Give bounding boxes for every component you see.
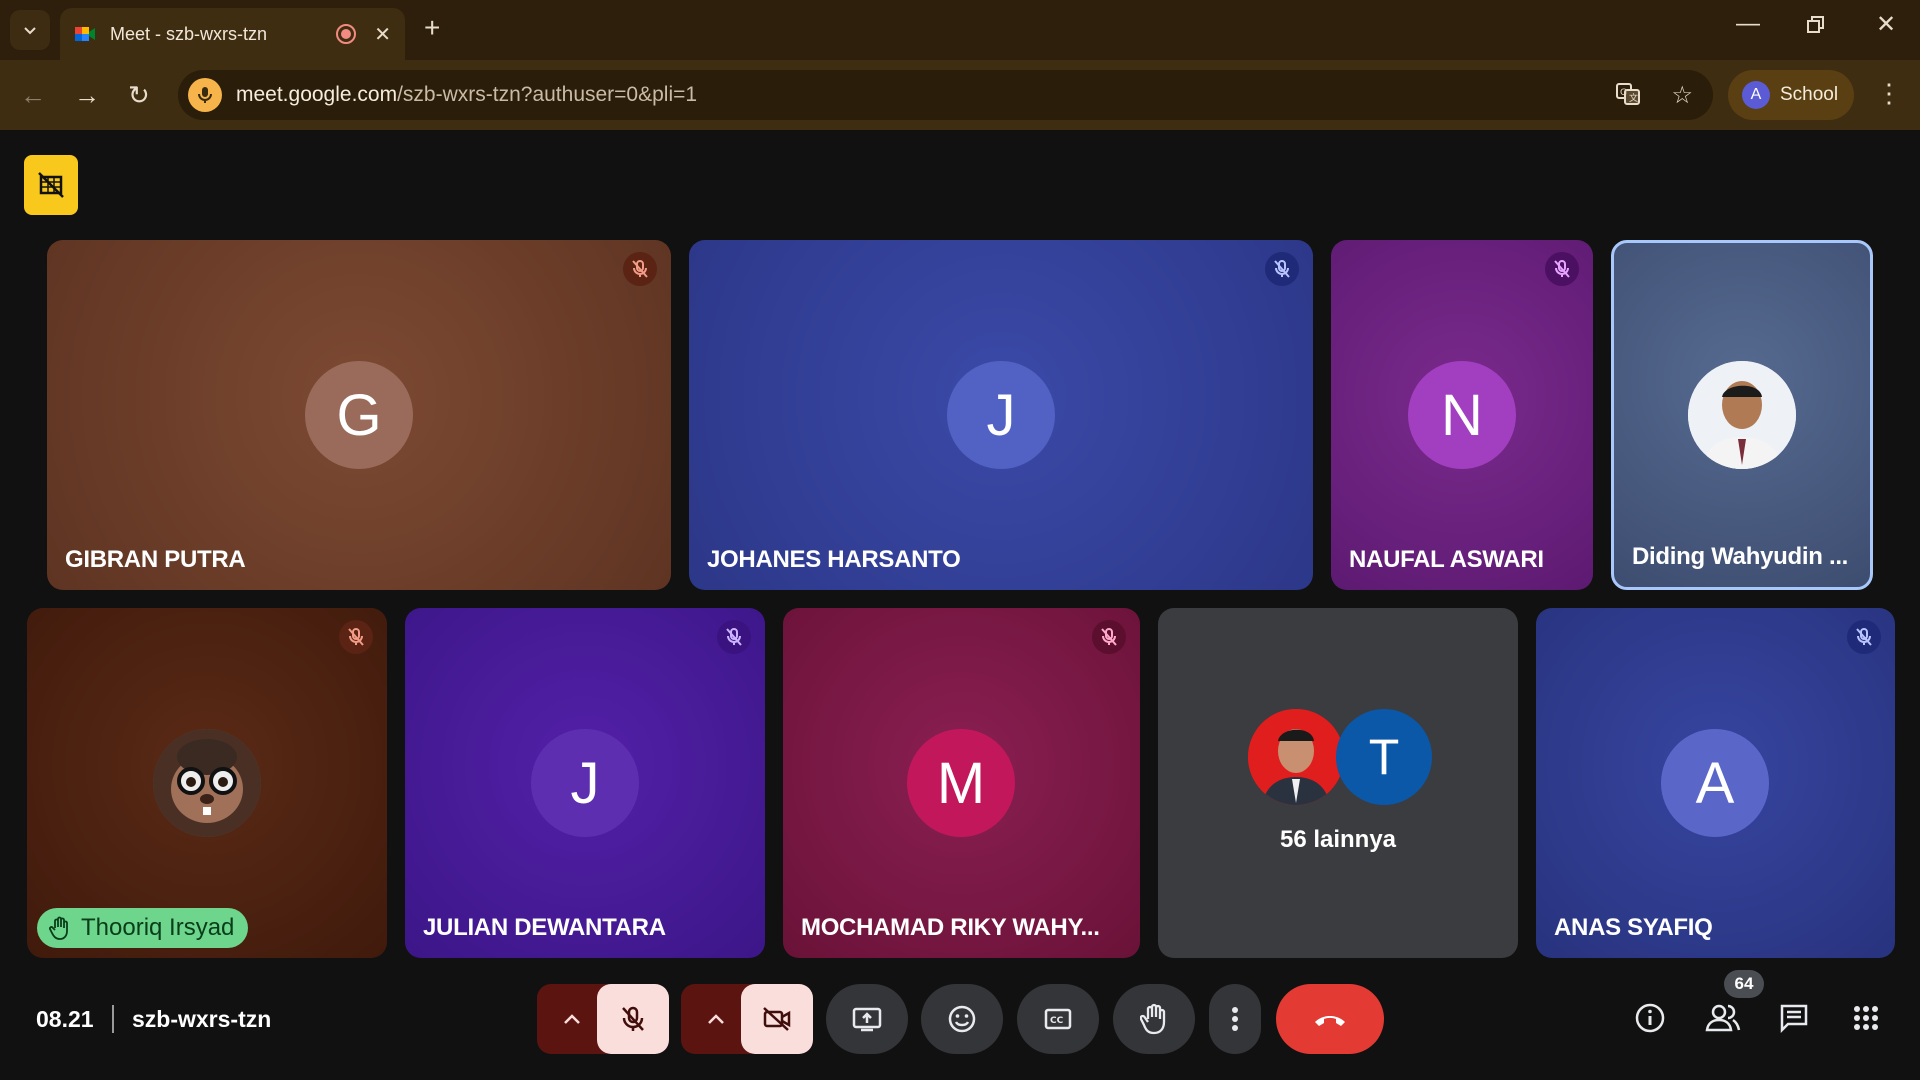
chevron-up-icon [564, 1014, 580, 1024]
browser-tab[interactable]: Meet - szb-wxrs-tzn ✕ [60, 8, 405, 60]
restore-window-button[interactable] [1806, 14, 1826, 42]
participant-avatar: M [907, 729, 1015, 837]
mic-muted-icon [1545, 252, 1579, 286]
leave-call-button[interactable] [1276, 984, 1384, 1054]
no-video-grid-icon [38, 172, 64, 198]
participant-avatar: G [305, 361, 413, 469]
raised-hand-badge: Thooriq Irsyad [37, 908, 249, 948]
bookmark-star-icon[interactable]: ☆ [1671, 81, 1693, 114]
participant-photo-avatar [153, 729, 261, 837]
participant-count-badge: 64 [1724, 970, 1764, 998]
mic-muted-icon [339, 620, 373, 654]
meet-logo-icon [74, 23, 96, 45]
participant-tile[interactable]: Thooriq Irsyad [27, 608, 387, 958]
participant-name: MOCHAMAD RIKY WAHY... [801, 914, 1100, 941]
participant-name: Diding Wahyudin ... [1632, 543, 1849, 570]
participant-avatar: J [531, 729, 639, 837]
more-participants-label: 56 lainnya [1279, 826, 1397, 853]
chevron-up-icon [708, 1014, 724, 1024]
people-icon[interactable] [1703, 998, 1743, 1038]
others-tile[interactable]: T 56 lainnya [1158, 608, 1518, 958]
end-call-icon [1315, 1016, 1345, 1026]
svg-text:文: 文 [1629, 92, 1638, 104]
mic-off-icon [622, 1006, 644, 1031]
url-path: /szb-wxrs-tzn?authuser=0&pli=1 [397, 83, 698, 106]
camera-toggle-button[interactable] [741, 984, 813, 1054]
reload-button[interactable]: ↻ [128, 80, 150, 111]
svg-text:CC: CC [1050, 1016, 1064, 1026]
url-text: meet.google.com/szb-wxrs-tzn?authuser=0&… [236, 83, 697, 107]
participant-tile[interactable]: J JOHANES HARSANTO [689, 240, 1313, 590]
camera-off-icon [763, 1007, 791, 1031]
recording-indicator-icon [336, 24, 357, 44]
forward-button[interactable]: → [74, 80, 100, 111]
close-window-button[interactable]: ✕ [1876, 10, 1896, 39]
participant-name: ANAS SYAFIQ [1554, 914, 1713, 941]
participant-name: NAUFAL ASWARI [1349, 546, 1544, 573]
tab-title: Meet - szb-wxrs-tzn [110, 23, 268, 44]
mic-muted-icon [623, 252, 657, 286]
participant-avatar: N [1408, 361, 1516, 469]
close-tab-icon[interactable]: ✕ [374, 22, 391, 47]
mic-muted-icon [717, 620, 751, 654]
participant-name: Thooriq Irsyad [81, 914, 235, 941]
activities-icon[interactable] [1846, 998, 1886, 1038]
closed-captions-icon: CC [1044, 1008, 1072, 1030]
chevron-down-icon [24, 27, 36, 35]
restore-icon [1807, 16, 1824, 33]
mic-muted-icon [1847, 620, 1881, 654]
participant-tile[interactable]: G GIBRAN PUTRA [47, 240, 671, 590]
participant-avatar: A [1661, 729, 1769, 837]
profile-button[interactable]: A School [1728, 70, 1854, 120]
minimize-window-button[interactable]: — [1736, 10, 1760, 38]
address-bar[interactable]: meet.google.com/szb-wxrs-tzn?authuser=0&… [178, 70, 1713, 120]
profile-avatar: A [1742, 81, 1770, 109]
chat-icon[interactable] [1774, 998, 1814, 1038]
participant-tile-active-speaker[interactable]: Diding Wahyudin ... [1611, 240, 1873, 590]
present-screen-icon [852, 1007, 882, 1032]
participant-name: JOHANES HARSANTO [707, 546, 961, 573]
microphone-toggle-button[interactable] [597, 984, 669, 1054]
captions-button[interactable]: CC [1017, 984, 1099, 1054]
back-button[interactable]: ← [20, 80, 46, 111]
participant-tile[interactable]: J JULIAN DEWANTARA [405, 608, 765, 958]
divider [112, 1005, 114, 1033]
hand-icon [1140, 1003, 1166, 1035]
translate-icon[interactable]: G文 [1615, 81, 1641, 114]
captions-off-indicator[interactable] [24, 155, 78, 215]
meeting-code: szb-wxrs-tzn [132, 1006, 272, 1032]
emoji-icon [948, 1005, 976, 1033]
participant-tile[interactable]: M MOCHAMAD RIKY WAHY... [783, 608, 1140, 958]
more-options-button[interactable] [1209, 984, 1261, 1054]
participant-tile[interactable]: N NAUFAL ASWARI [1331, 240, 1593, 590]
mic-muted-icon [1265, 252, 1299, 286]
raise-hand-button[interactable] [1113, 984, 1195, 1054]
tab-search-button[interactable] [10, 10, 50, 50]
participant-name: JULIAN DEWANTARA [423, 914, 666, 941]
browser-menu-icon[interactable]: ⋮ [1876, 78, 1902, 109]
meeting-time: 08.21 [36, 1006, 94, 1032]
url-host: meet.google.com [236, 83, 398, 106]
participant-avatar: T [1336, 709, 1432, 805]
microphone-in-use-icon[interactable] [188, 78, 222, 112]
raised-hand-icon [49, 916, 68, 940]
participant-avatar: J [947, 361, 1055, 469]
meeting-details-icon[interactable] [1630, 998, 1670, 1038]
mic-muted-icon [1092, 620, 1126, 654]
new-tab-button[interactable]: + [424, 12, 440, 44]
profile-label: School [1780, 84, 1839, 105]
participant-tile[interactable]: A ANAS SYAFIQ [1536, 608, 1895, 958]
participant-photo-avatar [1688, 361, 1796, 469]
more-vert-icon [1232, 1007, 1238, 1031]
reactions-button[interactable] [921, 984, 1003, 1054]
svg-text:G: G [1620, 88, 1627, 98]
present-screen-button[interactable] [826, 984, 908, 1054]
participant-photo-avatar [1248, 709, 1344, 805]
participant-name: GIBRAN PUTRA [65, 546, 246, 573]
